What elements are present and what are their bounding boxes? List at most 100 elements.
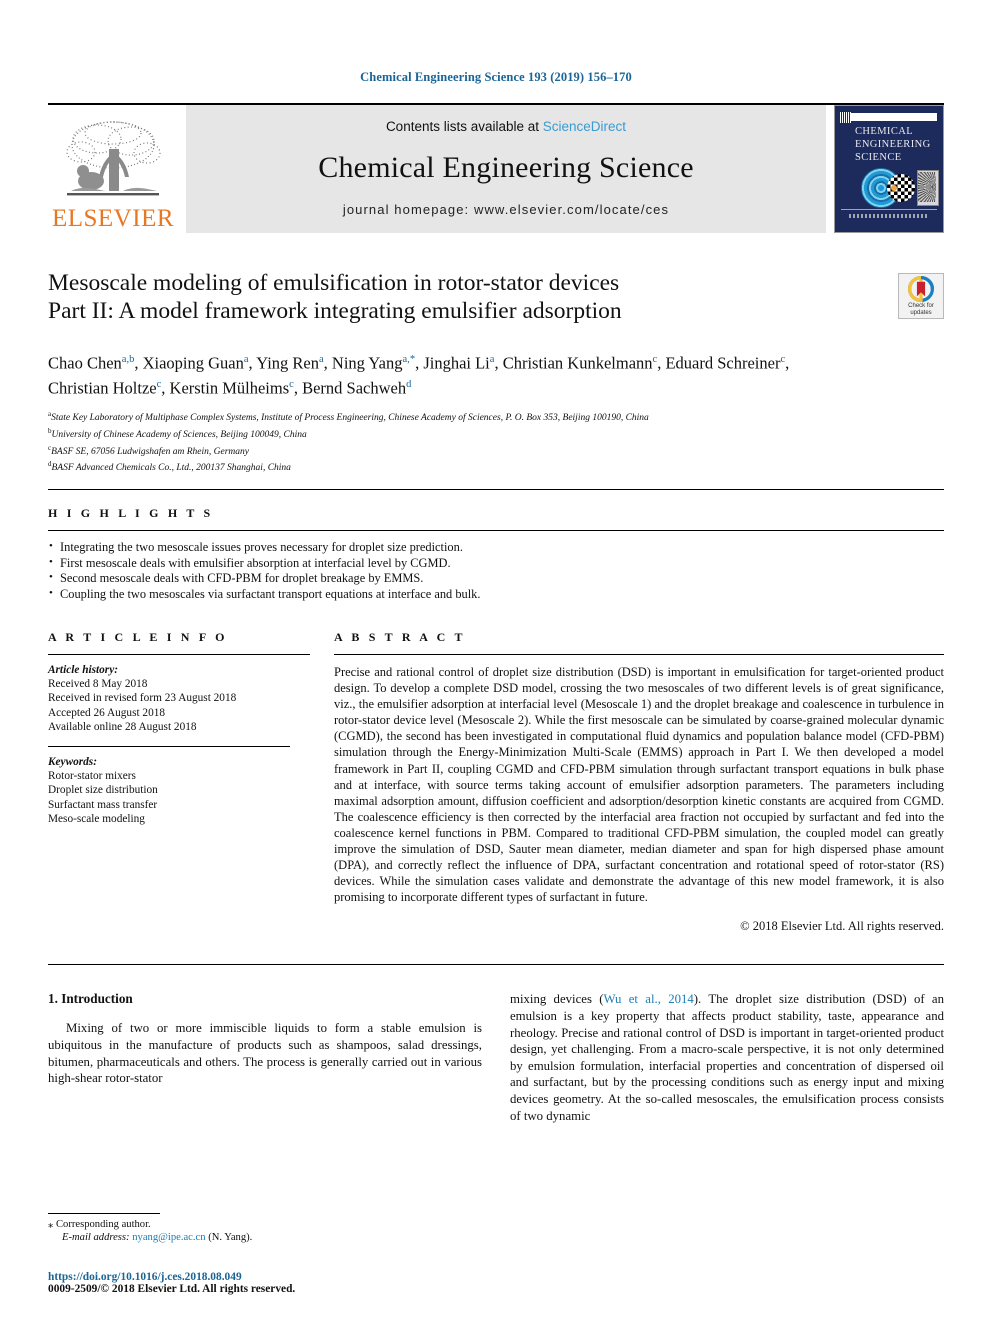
affiliation-item: aState Key Laboratory of Multiphase Comp… (48, 410, 649, 424)
highlight-item: First mesoscale deals with emulsifier ab… (48, 555, 944, 572)
body-column-right: mixing devices (Wu et al., 2014). The dr… (510, 991, 944, 1124)
section-divider-body (48, 964, 944, 966)
email-label: E-mail address: (62, 1232, 130, 1244)
author-name: Ning Yang (331, 353, 403, 373)
keyword-item: Meso-scale modeling (48, 812, 145, 825)
highlight-item: Second mesoscale deals with CFD-PBM for … (48, 570, 944, 587)
article-info-section: A R T I C L E I N F O Article history: R… (48, 630, 310, 934)
author-name: Xiaoping Guan (142, 353, 244, 373)
email-link[interactable]: nyang@ipe.ac.cn (132, 1232, 205, 1243)
abstract-copyright: © 2018 Elsevier Ltd. All rights reserved… (740, 919, 944, 934)
cover-artwork (861, 168, 939, 208)
author-affiliation-marker: a,b (121, 354, 135, 365)
cover-center-dot (891, 185, 897, 191)
corresponding-author-line: ⁎ Corresponding author. (48, 1218, 482, 1232)
abstract-text: Precise and rational control of droplet … (334, 665, 944, 905)
title-block: Mesoscale modeling of emulsification in … (48, 269, 944, 331)
highlights-list: Integrating the two mesoscale issues pro… (48, 539, 944, 603)
crossmark-badge[interactable]: Check for updates (898, 273, 944, 319)
author-affiliation-marker: c (156, 378, 162, 390)
footnote-block: ⁎ Corresponding author. E-mail address: … (48, 1212, 482, 1295)
keywords-label: Keywords: (48, 756, 97, 769)
keywords-list: Rotor-stator mixers Droplet size distribu… (48, 769, 310, 826)
elsevier-wordmark: ELSEVIER (51, 205, 175, 232)
highlights-heading: H I G H L I G H T S (48, 506, 214, 520)
keyword-item: Droplet size distribution (48, 784, 158, 797)
cover-title-text: CHEMICAL ENGINEERING SCIENCE (855, 125, 931, 164)
introduction-heading: 1. Introduction (48, 991, 133, 1007)
journal-article-page: Chemical Engineering Science 193 (2019) … (0, 0, 992, 1323)
author-affiliation-marker: a (489, 354, 495, 365)
article-info-separator (48, 746, 290, 748)
cover-title-line-1: CHEMICAL (855, 126, 914, 137)
author-name: Christian Kunkelmann (502, 353, 653, 373)
corresponding-text: Corresponding author. (55, 1218, 151, 1230)
keyword-item: Surfactant mass transfer (48, 798, 158, 811)
citation-link[interactable]: Wu et al., 2014 (603, 992, 693, 1006)
body-columns: 1. Introduction Mixing of two or more im… (48, 991, 944, 1124)
author-affiliation-marker: a (318, 354, 324, 365)
abstract-section: A B S T R A C T Precise and rational con… (334, 630, 944, 934)
affiliation-item: dBASF Advanced Chemicals Co., Ltd., 2001… (48, 460, 291, 474)
affiliation-item: bUniversity of Chinese Academy of Scienc… (48, 426, 307, 440)
author-name: Ying Ren (256, 353, 319, 373)
highlights-section: H I G H L I G H T S Integrating the two … (48, 506, 944, 602)
highlight-item: Coupling the two mesoscales via surfacta… (48, 586, 944, 603)
cover-barcode-icon (840, 112, 851, 123)
article-history-label: Article history: (48, 664, 118, 676)
author-name: Bernd Sachweh (302, 378, 407, 397)
author-name: Jinghai Li (423, 353, 490, 373)
article-history-block: Article history: Received 8 May 2018 Rece… (48, 663, 310, 734)
body-column-left: 1. Introduction Mixing of two or more im… (48, 991, 482, 1124)
intro-right-pre: mixing devices ( (510, 992, 604, 1007)
introduction-paragraph-left: Mixing of two or more immiscible liquids… (48, 1021, 482, 1086)
author-affiliation-marker: a (243, 354, 249, 365)
affiliation-marker: a (48, 410, 52, 418)
article-history-item: Accepted 26 August 2018 (48, 706, 166, 719)
keyword-item: Rotor-stator mixers (48, 770, 136, 783)
abstract-rule (334, 654, 944, 655)
title-line-1: Mesoscale modeling of emulsification in … (48, 270, 620, 296)
journal-masthead: ELSEVIER Contents lists available at Sci… (48, 103, 944, 233)
article-history-item: Available online 28 August 2018 (48, 720, 197, 733)
abstract-heading: A B S T R A C T (334, 630, 466, 644)
journal-title: Chemical Engineering Science (318, 151, 694, 184)
journal-homepage-link[interactable]: journal homepage: www.elsevier.com/locat… (343, 202, 669, 217)
author-affiliation-marker: d (406, 378, 412, 390)
running-head: Chemical Engineering Science 193 (2019) … (360, 70, 632, 84)
cover-divider (841, 209, 937, 210)
corresponding-marker: ⁎ (48, 1218, 54, 1230)
affiliation-marker: b (48, 426, 52, 435)
author-name: Christian Holtze (48, 378, 157, 397)
affiliation-item: cBASF SE, 67056 Ludwigshafen am Rhein, G… (48, 443, 250, 457)
article-history-item: Received 8 May 2018 (48, 678, 148, 691)
journal-cover-thumbnail: CHEMICAL ENGINEERING SCIENCE (834, 105, 944, 233)
email-owner: (N. Yang). (208, 1232, 253, 1244)
crossmark-icon (908, 275, 934, 302)
introduction-paragraph-right: mixing devices (Wu et al., 2014). The dr… (510, 991, 944, 1124)
crossmark-label-line-1: Check for (908, 302, 934, 309)
cover-microtext (849, 214, 929, 218)
crossmark-label: Check for updates (908, 303, 934, 317)
affiliation-marker: d (48, 460, 52, 469)
cover-title-line-2: ENGINEERING (855, 139, 931, 150)
issn-copyright-line: 0009-2509/© 2018 Elsevier Ltd. All right… (48, 1283, 296, 1295)
cover-title-line-3: SCIENCE (855, 152, 902, 163)
article-history-item: Received in revised form 23 August 2018 (48, 692, 237, 705)
author-affiliation-marker: a,* (402, 354, 416, 365)
author-affiliation-marker: c (289, 378, 294, 390)
elsevier-tree-icon (66, 121, 161, 196)
section-divider-highlights (48, 489, 944, 490)
article-info-rule (48, 654, 310, 655)
doi-link[interactable]: https://doi.org/10.1016/j.ces.2018.08.04… (48, 1271, 482, 1283)
author-affiliation-marker: c (652, 354, 658, 365)
intro-right-post: ). The droplet size distribution (DSD) o… (510, 992, 944, 1123)
affiliation-marker: c (48, 443, 52, 452)
cover-top-bar (841, 113, 937, 121)
author-name: Chao Chen (48, 353, 122, 373)
elsevier-logo: ELSEVIER (48, 105, 178, 233)
journal-band: Contents lists available at ScienceDirec… (186, 105, 826, 233)
crossmark-label-line-2: updates (910, 309, 932, 316)
keywords-block: Keywords: Rotor-stator mixers Droplet siz… (48, 755, 310, 826)
sciencedirect-link[interactable]: ScienceDirect (543, 119, 626, 134)
